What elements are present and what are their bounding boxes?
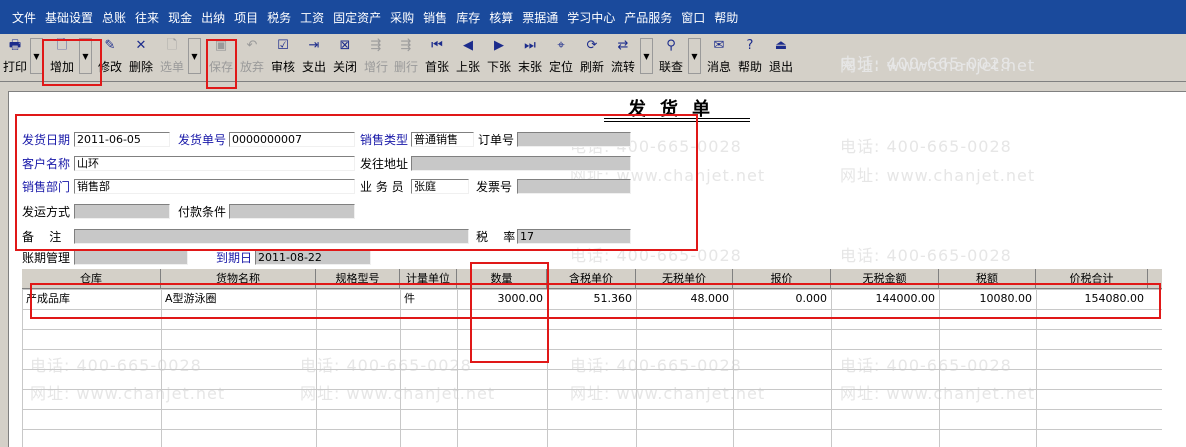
menu-item[interactable]: 销售 [423, 9, 447, 26]
help-icon: ? [746, 38, 754, 53]
highlight-save [206, 39, 237, 89]
menu-item[interactable]: 税务 [267, 9, 291, 26]
delete-button[interactable]: ✕ 删除 [127, 38, 155, 76]
grid-row-line [22, 389, 1162, 390]
flow-dropdown[interactable]: ▼ [640, 38, 653, 74]
exit-icon: ⏏ [774, 38, 788, 53]
audit-button[interactable]: ☑ 审核 [269, 38, 297, 76]
last-icon: ⏭ [524, 38, 536, 53]
locate-icon: ⌖ [557, 38, 565, 53]
edit-icon: ✎ [104, 38, 116, 53]
menu-item[interactable]: 现金 [168, 9, 192, 26]
delete-icon: ✕ [135, 38, 147, 53]
menu-item[interactable]: 基础设置 [45, 9, 93, 26]
menu-item[interactable]: 出纳 [201, 9, 225, 26]
menu-item[interactable]: 文件 [12, 9, 36, 26]
menu-item[interactable]: 帮助 [714, 9, 738, 26]
grid-row-line [22, 429, 1162, 430]
watermark-phone: 电话: 400-665-0028 [840, 137, 1012, 156]
refresh-icon: ⟳ [586, 38, 598, 53]
highlight-add [42, 39, 102, 86]
select-button[interactable]: 🗋 选单 [158, 38, 186, 76]
flow-button[interactable]: ⇄ 流转 [609, 38, 637, 76]
delete-row-icon: ⇶ [400, 38, 412, 53]
flow-icon: ⇄ [617, 38, 629, 53]
watermark-phone: 电话: 400-665-0028 [840, 246, 1012, 265]
watermark-site: 网址: www.chanjet.net [840, 166, 1036, 185]
first-icon: ⏮ [431, 38, 443, 53]
locate-button[interactable]: ⌖ 定位 [547, 38, 575, 76]
prev-icon: ◀ [463, 38, 473, 53]
grid-row-line [22, 329, 1162, 330]
next-button[interactable]: ▶ 下张 [485, 38, 513, 76]
query-icon: ⚲ [666, 38, 676, 53]
menu-item[interactable]: 固定资产 [333, 9, 381, 26]
audit-icon: ☑ [277, 38, 289, 53]
acct-label: 账期管理 [22, 251, 71, 265]
pay-icon: ⇥ [308, 38, 320, 53]
close-doc-icon: ⊠ [339, 38, 351, 53]
menu-item[interactable]: 库存 [456, 9, 480, 26]
menu-item[interactable]: 窗口 [681, 9, 705, 26]
exit-button[interactable]: ⏏ 退出 [767, 38, 795, 76]
acct-field[interactable] [74, 250, 188, 265]
menu-item[interactable]: 票据通 [522, 9, 558, 26]
menu-item[interactable]: 核算 [489, 9, 513, 26]
select-dropdown[interactable]: ▼ [188, 38, 201, 74]
prev-button[interactable]: ◀ 上张 [454, 38, 482, 76]
grid-row-line [22, 369, 1162, 370]
menu-item[interactable]: 产品服务 [624, 9, 672, 26]
add-row-icon: ⇶ [370, 38, 382, 53]
first-button[interactable]: ⏮ 首张 [423, 38, 451, 76]
select-doc-icon: 🗋 [166, 38, 178, 53]
menu-item[interactable]: 学习中心 [567, 9, 615, 26]
refresh-button[interactable]: ⟳ 刷新 [578, 38, 606, 76]
menu-item[interactable]: 采购 [390, 9, 414, 26]
pay-button[interactable]: ⇥ 支出 [300, 38, 328, 76]
next-icon: ▶ [494, 38, 504, 53]
message-icon: ✉ [713, 38, 725, 53]
message-button[interactable]: ✉ 消息 [705, 38, 733, 76]
menu-item[interactable]: 总账 [102, 9, 126, 26]
highlight-row [30, 283, 1161, 319]
menu-item[interactable]: 往来 [135, 9, 159, 26]
undo-icon: ↶ [246, 38, 258, 53]
menu-item[interactable]: 项目 [234, 9, 258, 26]
due-field[interactable]: 2011-08-22 [255, 250, 371, 265]
add-row-button[interactable]: ⇶ 增行 [362, 38, 390, 76]
close-button[interactable]: ⊠ 关闭 [331, 38, 359, 76]
query-dropdown[interactable]: ▼ [688, 38, 701, 74]
due-label: 到期日 [216, 251, 253, 265]
query-button[interactable]: ⚲ 联查 [657, 38, 685, 76]
grid-column-line [22, 289, 23, 447]
highlight-header [15, 114, 698, 251]
grid-row-line [22, 349, 1162, 350]
watermark-site: 网址: www.chanjet.net [840, 56, 1036, 75]
print-button[interactable]: 🖶 打印 [2, 38, 28, 76]
delete-row-button[interactable]: ⇶ 删行 [392, 38, 420, 76]
printer-icon: 🖶 [8, 38, 22, 53]
last-button[interactable]: ⏭ 末张 [516, 38, 544, 76]
abandon-button[interactable]: ↶ 放弃 [238, 38, 266, 76]
menu-item[interactable]: 工资 [300, 9, 324, 26]
menu-bar: 文件 基础设置 总账 往来 现金 出纳 项目 税务 工资 固定资产 采购 销售 库存 核算 票据通 学习中心产… [0, 0, 1186, 34]
grid-row-line [22, 409, 1162, 410]
help-button[interactable]: ? 帮助 [736, 38, 764, 76]
